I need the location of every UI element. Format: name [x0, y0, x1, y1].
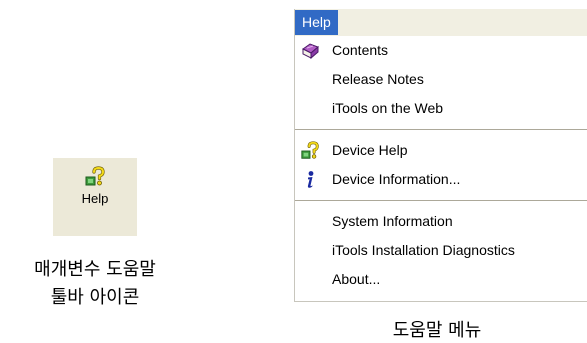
toolbar-caption-line1: 매개변수 도움말: [34, 259, 156, 280]
menu-item-installation-diagnostics[interactable]: iTools Installation Diagnostics: [295, 236, 587, 265]
menu-item-label: Release Notes: [332, 71, 424, 87]
menu-separator: [295, 129, 587, 130]
menu-item-itools-web[interactable]: iTools on the Web: [295, 94, 587, 123]
menu-item-label: Contents: [332, 42, 389, 58]
help-toolbar-button[interactable]: Help: [53, 158, 137, 236]
menu-item-device-information[interactable]: Device Information...: [295, 165, 587, 194]
toolbar-button-label: Help: [81, 191, 109, 206]
menu-item-label: System Information: [332, 213, 453, 229]
toolbar-caption-line2: 툴바 아이콘: [50, 287, 140, 308]
toolbar-caption: 매개변수 도움말 툴바 아이콘: [0, 256, 190, 312]
menu-item-label: iTools on the Web: [332, 100, 444, 116]
help-question-icon: [85, 166, 105, 186]
menu-item-label: Device Information...: [332, 171, 461, 187]
menu-caption: 도움말 메뉴: [392, 320, 482, 341]
menu-bar: Help: [295, 9, 587, 36]
menu-item-about[interactable]: About...: [295, 265, 587, 294]
menu-item-system-information[interactable]: System Information: [295, 207, 587, 236]
help-question-icon: [300, 141, 320, 161]
help-menu-window: Help Contents Release Notes iTools on th…: [294, 9, 587, 302]
menu-item-label: About...: [332, 271, 381, 287]
help-menu-title[interactable]: Help: [295, 10, 338, 35]
help-menu-dropdown: Contents Release Notes iTools on the Web…: [295, 36, 587, 294]
menu-item-label: Device Help: [332, 142, 408, 158]
menu-item-release-notes[interactable]: Release Notes: [295, 65, 587, 94]
info-icon: [300, 170, 320, 190]
menu-item-contents[interactable]: Contents: [295, 36, 587, 65]
book-icon: [300, 41, 320, 61]
menu-item-label: iTools Installation Diagnostics: [332, 242, 515, 258]
menu-item-device-help[interactable]: Device Help: [295, 136, 587, 165]
menu-separator: [295, 200, 587, 201]
